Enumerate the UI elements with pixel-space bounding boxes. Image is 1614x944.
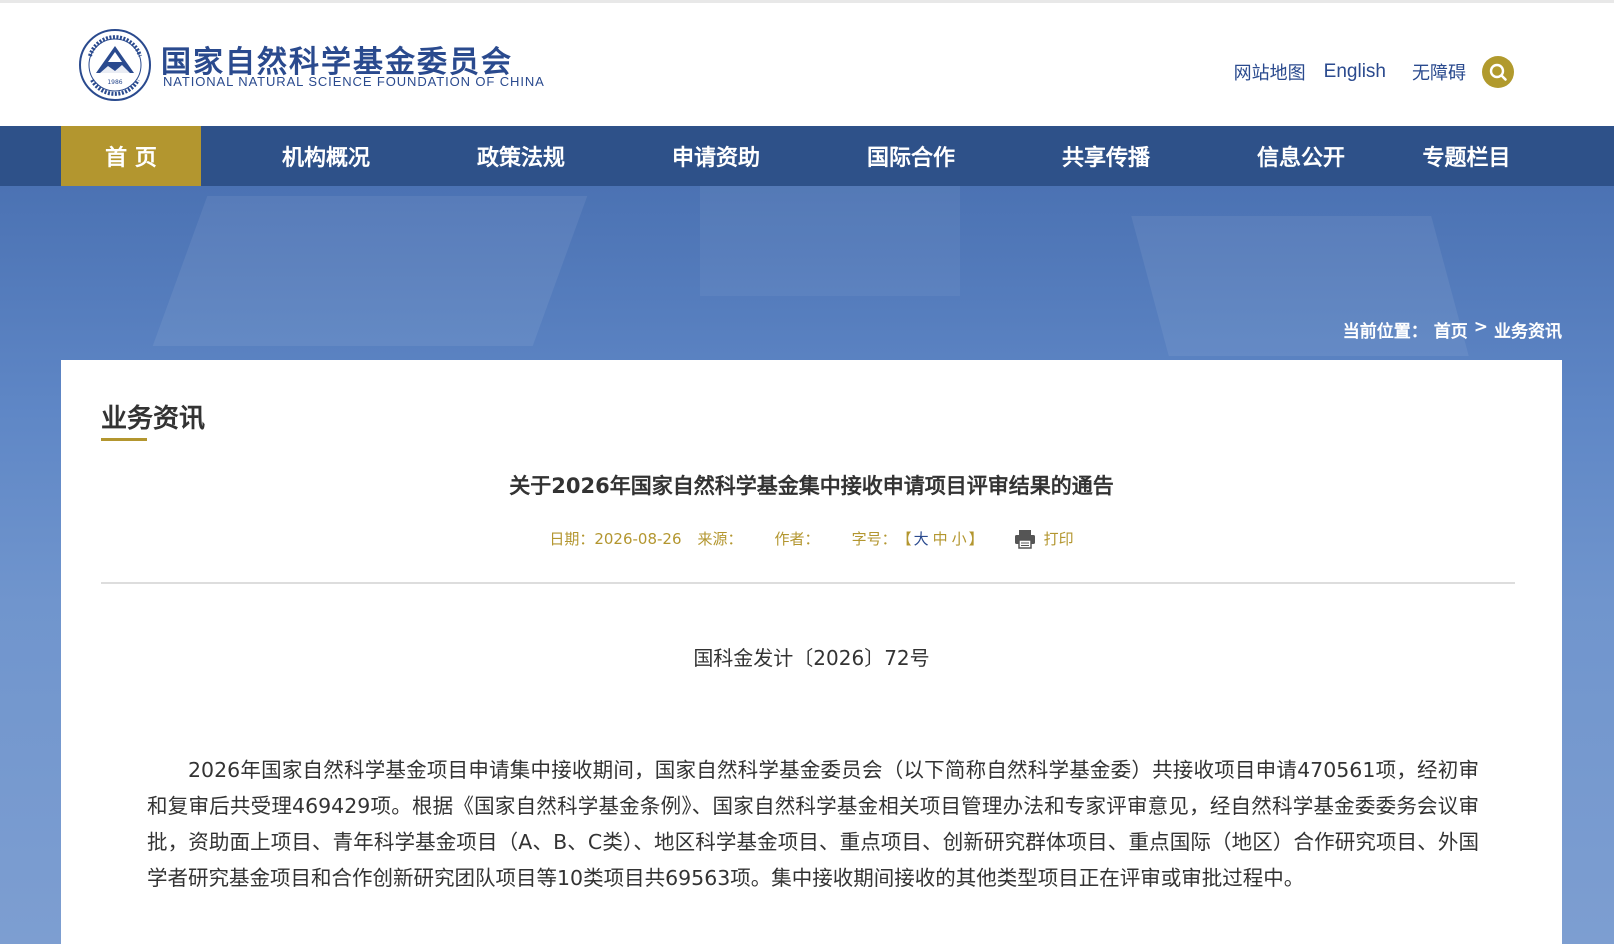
nav-item-about[interactable]: 机构概况: [201, 126, 451, 186]
article-card: 业务资讯 关于2026年国家自然科学基金集中接收申请项目评审结果的通告 日期： …: [61, 360, 1562, 944]
font-size-small[interactable]: 小: [950, 528, 969, 549]
site-logo-subtitle[interactable]: NATIONAL NATURAL SCIENCE FOUNDATION OF C…: [163, 74, 545, 89]
article-body-paragraph: 2026年国家自然科学基金项目申请集中接收期间，国家自然科学基金委员会（以下简称…: [147, 758, 1479, 890]
date-label: 日期：: [549, 530, 595, 548]
banner-decoration: [700, 186, 960, 296]
font-size-large[interactable]: 大: [912, 528, 931, 549]
document-number: 国科金发计〔2026〕72号: [693, 646, 930, 670]
nav-item-disclosure[interactable]: 信息公开: [1231, 126, 1371, 186]
author-label: 作者：: [774, 530, 820, 548]
bracket-close: 】: [968, 530, 984, 548]
section-title-underline: [101, 438, 147, 441]
emblem-year: 1986: [107, 79, 122, 86]
breadcrumb-current-link[interactable]: 业务资讯: [1494, 317, 1562, 342]
banner-decoration: [152, 196, 588, 346]
breadcrumb-separator: >: [1473, 317, 1488, 337]
print-button[interactable]: 打印: [1014, 528, 1074, 549]
breadcrumb: 当前位置： 首页 > 业务资讯: [1343, 317, 1562, 342]
nav-item-funding[interactable]: 申请资助: [591, 126, 841, 186]
site-header: 1986 国家自然科学基金委员会 NATIONAL NATURAL SCIENC…: [0, 0, 1614, 126]
printer-icon: [1014, 529, 1035, 549]
main-nav: 首 页 机构概况 政策法规 申请资助 国际合作 共享传播 信息公开 专题栏目: [0, 126, 1614, 186]
nav-item-sharing[interactable]: 共享传播: [981, 126, 1231, 186]
accessibility-link[interactable]: 无障碍: [1412, 59, 1466, 85]
breadcrumb-home-link[interactable]: 首页: [1434, 317, 1468, 342]
bracket-open: 【: [896, 530, 912, 548]
meta-divider: [101, 582, 1515, 584]
nav-item-home[interactable]: 首 页: [61, 126, 201, 186]
top-utility-links: 网站地图 English 无障碍: [1234, 56, 1514, 88]
section-title: 业务资讯: [101, 404, 206, 434]
nav-item-policy[interactable]: 政策法规: [451, 126, 591, 186]
article-title: 关于2026年国家自然科学基金集中接收申请项目评审结果的通告: [509, 474, 1114, 498]
font-size-medium[interactable]: 中: [931, 528, 950, 549]
nav-item-topics[interactable]: 专题栏目: [1371, 126, 1562, 186]
nav-item-international[interactable]: 国际合作: [841, 126, 981, 186]
source-label: 来源：: [697, 530, 743, 548]
font-size-label: 字号：: [851, 530, 897, 548]
print-label: 打印: [1043, 530, 1074, 548]
search-button[interactable]: [1482, 56, 1514, 88]
article-meta: 日期： 2026-08-26 来源： 作者： 字号： 【 大 中 小 】 打印: [61, 528, 1562, 549]
search-icon: [1489, 63, 1507, 81]
nsfc-emblem-icon[interactable]: 1986: [78, 28, 152, 102]
date-value: 2026-08-26: [594, 529, 682, 548]
sitemap-link[interactable]: 网站地图: [1234, 59, 1306, 85]
english-link[interactable]: English: [1324, 61, 1386, 83]
breadcrumb-prefix: 当前位置：: [1342, 322, 1428, 342]
